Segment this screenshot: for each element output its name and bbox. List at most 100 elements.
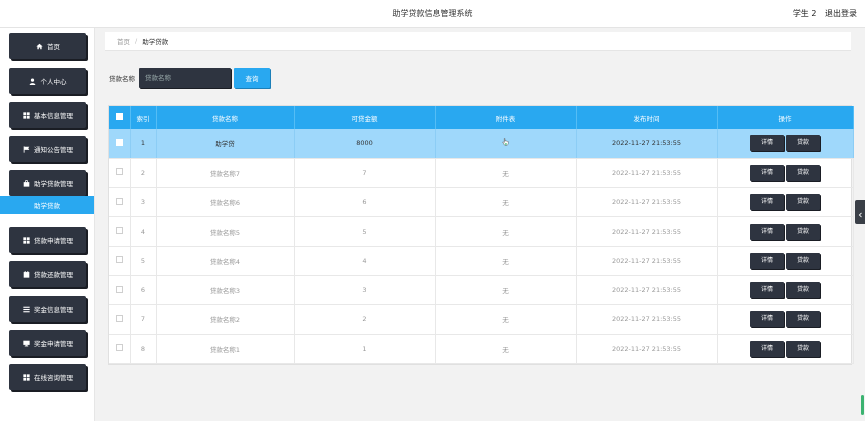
- row-publish-time: 2022-11-27 21:53:55: [576, 275, 718, 306]
- collapse-panel-toggle[interactable]: [855, 200, 865, 224]
- table-row[interactable]: 1 助学贷 8000 2022-11-27 21:53:55 详情 贷款: [109, 129, 854, 159]
- chevron-left-icon: [857, 203, 863, 222]
- row-checkbox[interactable]: [115, 314, 123, 322]
- sidebar-item-label: 个人中心: [40, 78, 67, 86]
- table-row[interactable]: 3 贷款名称6 6 无 2022-11-27 21:53:55 详情 贷款: [109, 187, 854, 218]
- row-actions: 详情 贷款: [717, 216, 854, 247]
- row-amount: 7: [294, 158, 436, 189]
- column-header: 附件表: [435, 106, 577, 129]
- row-checkbox[interactable]: [115, 138, 123, 146]
- row-publish-time: 2022-11-27 21:53:55: [576, 216, 718, 247]
- sidebar-item-basic-info[interactable]: 基本信息管理: [9, 102, 86, 128]
- column-header: 发布时间: [576, 106, 718, 129]
- detail-button[interactable]: 详情: [750, 282, 784, 299]
- row-checkbox[interactable]: [115, 344, 123, 352]
- row-checkbox[interactable]: [115, 285, 123, 293]
- row-attachment: 无: [435, 158, 577, 189]
- row-index: 4: [130, 216, 157, 247]
- loan-button[interactable]: 贷款: [786, 252, 820, 269]
- row-publish-time: 2022-11-27 21:53:55: [576, 187, 718, 218]
- table-row[interactable]: 5 贷款名称4 4 无 2022-11-27 21:53:55 详情 贷款: [109, 246, 854, 276]
- table-row[interactable]: 8 贷款名称1 1 无 2022-11-27 21:53:55 详情 贷款: [109, 334, 854, 364]
- row-loan-name: 贷款名称1: [156, 334, 295, 364]
- table-row[interactable]: 7 贷款名称2 2 无 2022-11-27 21:53:55 详情 贷款: [109, 304, 854, 335]
- row-attachment: 无: [435, 304, 577, 335]
- sidebar-item-label: 贷款申请管理: [34, 237, 73, 245]
- row-checkbox[interactable]: [115, 256, 123, 264]
- row-publish-time: 2022-11-27 21:53:55: [576, 246, 718, 276]
- detail-button[interactable]: 详情: [750, 164, 784, 181]
- row-loan-name: 贷款名称4: [156, 246, 295, 276]
- detail-button[interactable]: 详情: [750, 252, 784, 269]
- table-row[interactable]: 6 贷款名称3 3 无 2022-11-27 21:53:55 详情 贷款: [109, 275, 854, 306]
- sidebar-item-label: 贷款还款管理: [34, 271, 73, 279]
- row-checkbox[interactable]: [115, 168, 123, 176]
- sidebar-item-personal-center[interactable]: 个人中心: [9, 68, 86, 94]
- loan-button[interactable]: 贷款: [786, 311, 820, 328]
- sidebar-item-label: 通知公告管理: [34, 146, 73, 154]
- row-amount: 2: [294, 304, 436, 335]
- sidebar-item-loan-manage[interactable]: 助学贷款管理: [9, 170, 86, 196]
- table-row[interactable]: 2 贷款名称7 7 无 2022-11-27 21:53:55 详情 贷款: [109, 158, 854, 189]
- row-publish-time: 2022-11-27 21:53:55: [576, 304, 718, 335]
- user-area: 学生 2 退出登录: [787, 8, 857, 19]
- row-checkbox[interactable]: [115, 227, 123, 235]
- row-index: 7: [130, 304, 157, 335]
- scroll-indicator[interactable]: [861, 395, 864, 415]
- sidebar-item-bonus-info[interactable]: 奖金信息管理: [9, 296, 86, 322]
- sidebar-item-loan-apply[interactable]: 贷款申请管理: [9, 227, 86, 253]
- loan-button[interactable]: 贷款: [786, 135, 820, 152]
- loan-button[interactable]: 贷款: [786, 223, 820, 240]
- loan-button[interactable]: 贷款: [786, 194, 820, 211]
- column-header: 索引: [130, 106, 157, 129]
- row-checkbox[interactable]: [115, 197, 123, 205]
- table-row[interactable]: 4 贷款名称5 5 无 2022-11-27 21:53:55 详情 贷款: [109, 216, 854, 247]
- row-amount: 4: [294, 246, 436, 276]
- detail-button[interactable]: 详情: [750, 135, 784, 152]
- sidebar-item-label: 奖金申请管理: [34, 340, 73, 348]
- select-all-cell[interactable]: [109, 106, 131, 129]
- loan-button[interactable]: 贷款: [786, 282, 820, 299]
- sidebar-item-loan-repay[interactable]: 贷款还款管理: [9, 261, 86, 287]
- row-attachment: 无: [435, 187, 577, 218]
- sidebar-item-home[interactable]: 首页: [9, 33, 86, 59]
- user-icon: [29, 77, 37, 85]
- username: 学生 2: [792, 9, 817, 18]
- loan-button[interactable]: 贷款: [786, 340, 820, 357]
- detail-button[interactable]: 详情: [750, 223, 784, 240]
- sidebar-item-notice[interactable]: 通知公告管理: [9, 136, 86, 162]
- sidebar-item-label: 助学贷款管理: [34, 180, 73, 188]
- detail-button[interactable]: 详情: [750, 311, 784, 328]
- detail-button[interactable]: 详情: [750, 194, 784, 211]
- home-icon: [35, 42, 43, 50]
- sidebar-item-label: 奖金信息管理: [34, 306, 73, 314]
- row-loan-name: 贷款名称5: [156, 216, 295, 247]
- breadcrumb-separator: /: [135, 37, 138, 45]
- flag-icon: [22, 145, 30, 153]
- sidebar-item-label: 基本信息管理: [34, 112, 73, 120]
- logout-link[interactable]: 退出登录: [825, 9, 857, 18]
- breadcrumb-home[interactable]: 首页: [117, 36, 130, 46]
- search-button[interactable]: 查询: [234, 68, 270, 88]
- list-icon: [22, 305, 30, 313]
- row-attachment: 无: [435, 216, 577, 247]
- submenu-item-student-loan[interactable]: 助学贷款: [0, 196, 94, 214]
- row-loan-name: 助学贷: [156, 129, 295, 159]
- calendar-icon: [22, 270, 30, 278]
- loan-table: 索引 贷款名称 可贷金额 附件表 发布时间 操作 1 助学贷 8000 2022…: [108, 105, 854, 365]
- row-actions: 详情 贷款: [717, 304, 854, 335]
- loan-name-search-input[interactable]: [139, 68, 231, 88]
- select-all-checkbox[interactable]: [115, 113, 123, 120]
- sidebar-item-consult[interactable]: 在线咨询管理: [9, 364, 86, 390]
- row-index: 8: [130, 334, 157, 364]
- grid-icon: [22, 373, 30, 381]
- loan-button[interactable]: 贷款: [786, 164, 820, 181]
- sidebar-item-bonus-apply[interactable]: 奖金申请管理: [9, 330, 86, 356]
- table-header-row: 索引 贷款名称 可贷金额 附件表 发布时间 操作: [109, 106, 854, 129]
- row-attachment: [435, 129, 577, 159]
- monitor-icon: [22, 339, 30, 347]
- row-index: 5: [130, 246, 157, 276]
- row-loan-name: 贷款名称3: [156, 275, 295, 306]
- row-loan-name: 贷款名称7: [156, 158, 295, 189]
- detail-button[interactable]: 详情: [750, 340, 784, 357]
